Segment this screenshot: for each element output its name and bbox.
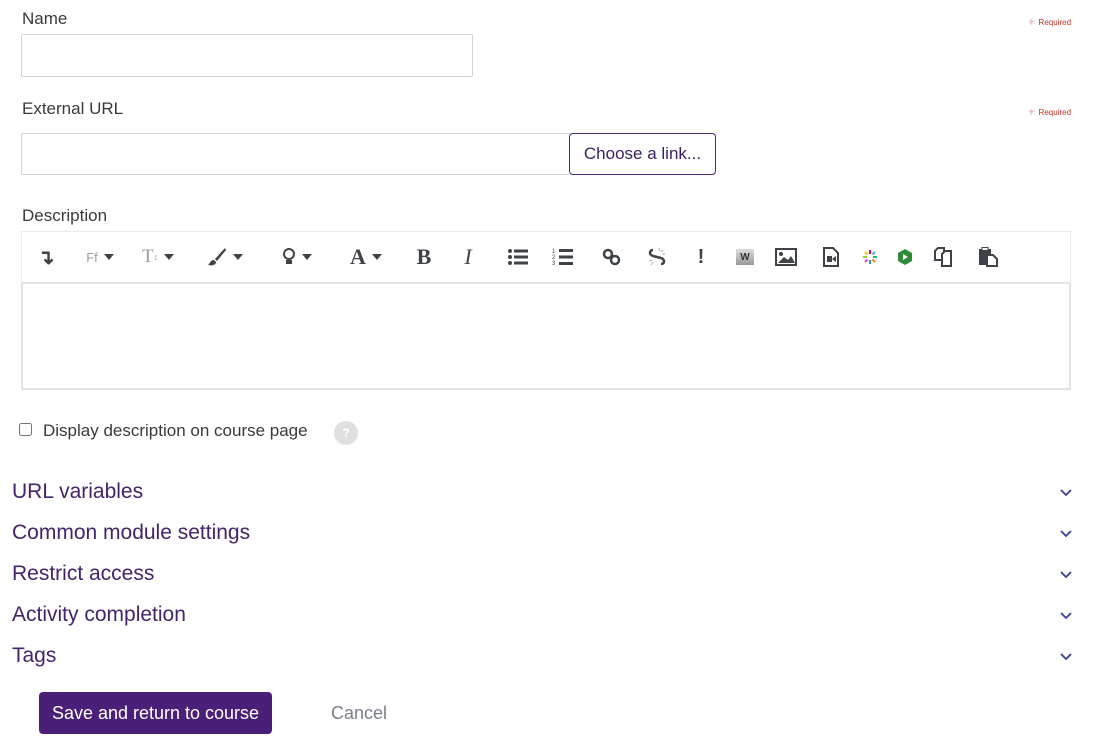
chevron-down-icon[interactable]: [1059, 486, 1073, 500]
media-svg: [823, 247, 839, 267]
paint-brush-icon[interactable]: [202, 241, 248, 273]
numbered-list-icon[interactable]: 123: [552, 241, 574, 273]
image-svg: [775, 248, 797, 266]
font-family-icon[interactable]: Ff: [80, 241, 120, 273]
h5p-icon[interactable]: [895, 241, 915, 273]
name-label: Name: [22, 9, 68, 28]
external-url-input[interactable]: [21, 133, 571, 175]
word-paste-icon[interactable]: W: [735, 241, 755, 273]
section-tags[interactable]: Tags: [12, 644, 56, 668]
chevron-down-icon[interactable]: [1059, 527, 1073, 541]
chevron-down-icon: [164, 254, 175, 260]
svg-text:3: 3: [552, 261, 556, 267]
numbered-list-svg: 123: [552, 249, 573, 267]
kaltura-svg: [863, 250, 877, 264]
word-glyph: W: [736, 249, 754, 265]
chevron-down-icon[interactable]: [1059, 609, 1073, 623]
italic-icon[interactable]: I: [458, 241, 478, 273]
description-editor[interactable]: [21, 282, 1071, 390]
brush-svg: [208, 248, 226, 266]
chevron-down-icon[interactable]: [1059, 650, 1073, 664]
kaltura-icon[interactable]: [861, 241, 879, 273]
required-text: Required: [1038, 108, 1072, 117]
font-size-icon[interactable]: T ↕: [138, 241, 178, 273]
name-required-indicator: ✳ Required: [1028, 17, 1071, 28]
choose-link-button[interactable]: Choose a link...: [569, 133, 716, 175]
section-restrict-access[interactable]: Restrict access: [12, 562, 154, 586]
chevron-down-icon: [302, 254, 312, 260]
bulb-svg: [283, 248, 295, 264]
section-activity-completion[interactable]: Activity completion: [12, 603, 186, 627]
font-color-icon[interactable]: A: [344, 241, 388, 273]
chevron-down-icon: [103, 254, 114, 260]
h5p-svg: [898, 249, 912, 265]
image-icon[interactable]: [774, 241, 798, 273]
unlink-svg: [648, 247, 666, 266]
external-url-required-indicator: ✳ Required: [1028, 107, 1071, 118]
editor-toolbar: ↴ Ff T ↕ A B I 123 ! W: [21, 231, 1071, 283]
accessibility-checker-icon[interactable]: !: [694, 241, 708, 273]
name-input[interactable]: [21, 34, 473, 77]
required-star-icon: ✳: [1028, 17, 1036, 27]
paste-icon[interactable]: [977, 241, 999, 273]
link-icon[interactable]: [601, 241, 623, 273]
paste-svg: [979, 247, 998, 267]
section-url-variables[interactable]: URL variables: [12, 480, 143, 504]
copy-icon[interactable]: [933, 241, 955, 273]
collapse-toolbar-icon[interactable]: ↴: [36, 241, 56, 273]
required-text: Required: [1038, 18, 1072, 27]
bullet-list-icon[interactable]: [507, 241, 529, 273]
description-label: Description: [22, 206, 108, 225]
help-icon[interactable]: ?: [334, 421, 358, 445]
bold-icon[interactable]: B: [414, 241, 434, 273]
chevron-down-icon: [233, 254, 243, 260]
chevron-down-icon: [371, 254, 382, 260]
save-and-return-button[interactable]: Save and return to course: [39, 692, 272, 734]
required-star-icon: ✳: [1028, 107, 1036, 117]
lightbulb-icon[interactable]: [274, 241, 320, 273]
unlink-icon[interactable]: [646, 241, 668, 273]
display-description-label: Display description on course page: [43, 421, 308, 440]
external-url-label: External URL: [22, 99, 124, 118]
display-description-checkbox[interactable]: [19, 423, 32, 436]
media-icon[interactable]: [821, 241, 841, 273]
bullet-list-svg: [508, 249, 528, 265]
cancel-link[interactable]: Cancel: [331, 703, 387, 724]
section-common-module-settings[interactable]: Common module settings: [12, 521, 250, 545]
link-svg: [602, 248, 621, 266]
copy-svg: [934, 247, 952, 267]
chevron-down-icon[interactable]: [1059, 568, 1073, 582]
